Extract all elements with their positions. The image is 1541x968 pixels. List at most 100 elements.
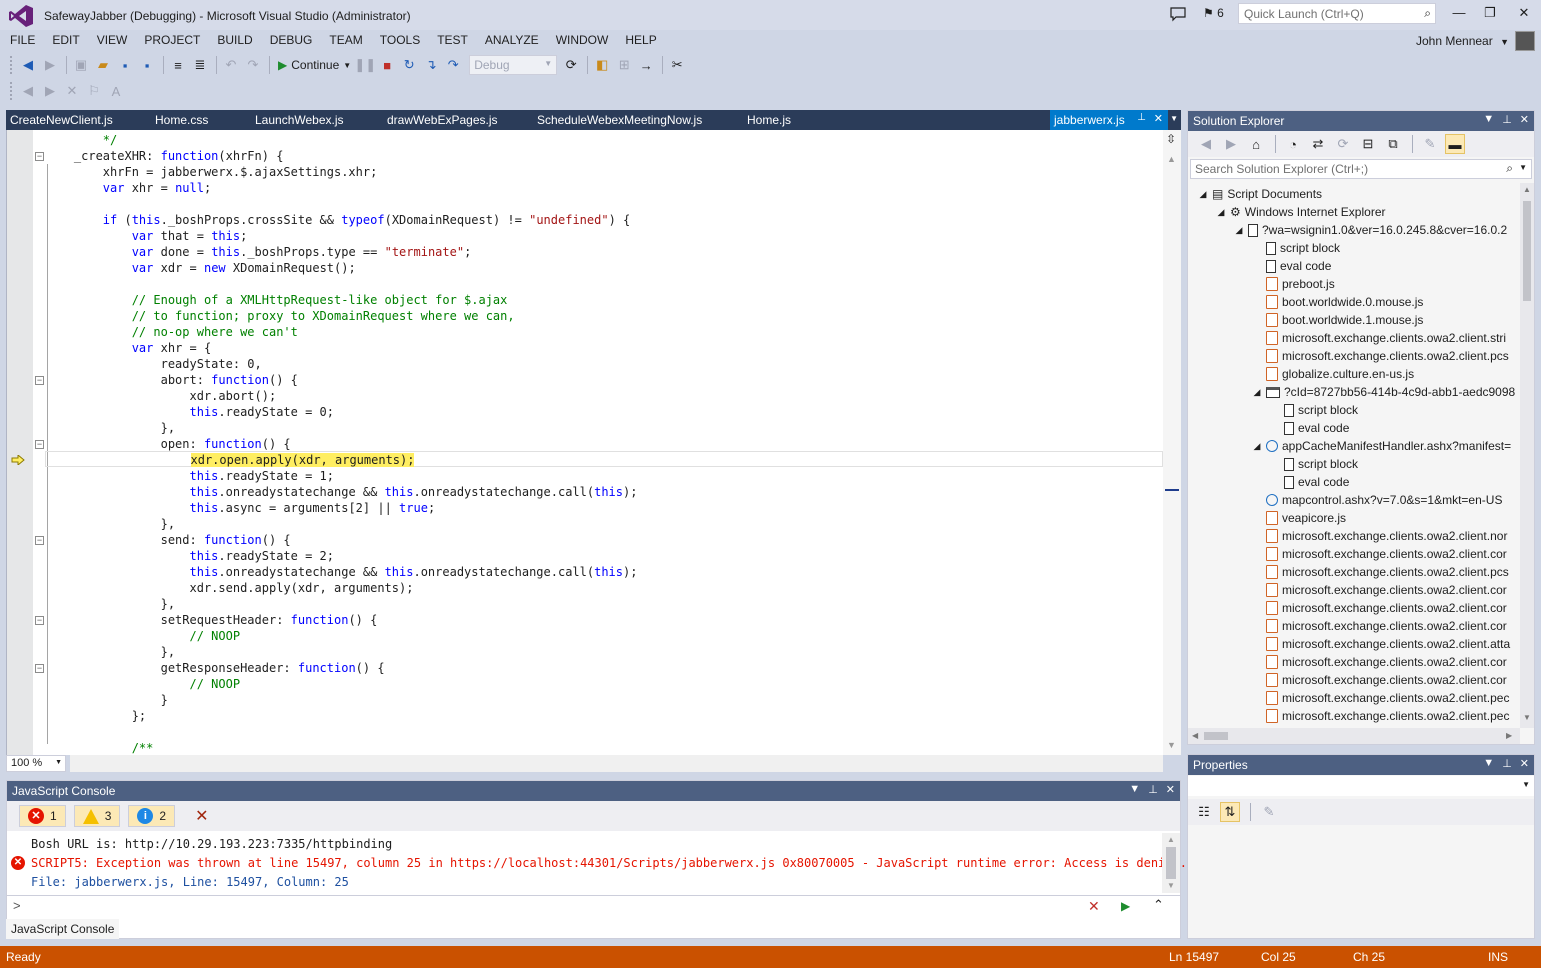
console-input[interactable]: > ✕ ▶ ⌃ [7,895,1180,917]
menu-build[interactable]: BUILD [217,30,252,52]
zoom-select[interactable]: 100 % ▼ [6,755,66,772]
minimize-button[interactable]: — [1444,2,1474,24]
code-line[interactable]: this.readyState = 0; [45,404,335,420]
scroll-down-icon[interactable]: ▼ [1167,740,1176,750]
preview-icon[interactable]: ▬ [1445,134,1465,154]
code-line[interactable]: send: function() { [45,532,291,548]
solution-tree-horizontal-scrollbar[interactable]: ◀ ▶ [1188,728,1520,744]
code-line[interactable]: // to function; proxy to XDomainRequest … [45,308,515,324]
collapse-region-icon[interactable]: − [35,440,44,449]
property-pages-icon[interactable]: ✎ [1259,802,1279,822]
tree-item[interactable]: preboot.js [1252,275,1335,293]
document-tab[interactable]: drawWebExPages.js [383,110,502,130]
editor-horizontal-scrollbar[interactable] [70,755,1163,772]
scroll-down-icon[interactable]: ▼ [1167,881,1175,890]
tree-item[interactable]: ◢ appCacheManifestHandler.ashx?manifest= [1252,437,1512,455]
panel-menu-icon[interactable]: ▼ [1483,757,1494,770]
expand-arrow-icon[interactable]: ◢ [1252,387,1262,398]
next-bookmark-icon[interactable]: ▶ [40,81,60,101]
tree-item[interactable]: ◢ ?wa=wsignin1.0&ver=16.0.245.8&cver=16.0… [1234,221,1508,239]
code-editor[interactable]: */ _createXHR: function(xhrFn) { xhrFn =… [6,130,1181,755]
code-line[interactable]: this.readyState = 2; [45,548,335,564]
menu-project[interactable]: PROJECT [144,30,200,52]
tree-item[interactable]: microsoft.exchange.clients.owa2.client.p… [1252,563,1509,581]
console-line-link[interactable]: File: jabberwerx.js, Line: 15497, Column… [31,875,349,889]
tree-item[interactable]: mapcontrol.ashx?v=7.0&s=1&mkt=en-US [1252,491,1502,509]
tab-overflow-dropdown-icon[interactable]: ▼ [1170,114,1178,123]
code-line[interactable]: this.onreadystatechange && this.onreadys… [45,484,638,500]
code-line[interactable]: abort: function() { [45,372,298,388]
refresh-icon[interactable]: ⟳ [1333,134,1353,154]
panel-close-icon[interactable]: ✕ [1166,783,1175,796]
code-line[interactable]: _createXHR: function(xhrFn) { [45,148,284,164]
continue-button[interactable]: ▶ Continue ▼ [274,55,355,75]
expand-arrow-icon[interactable]: ◢ [1234,225,1244,236]
document-tab[interactable]: Home.js [743,110,795,130]
exception-settings-icon[interactable]: ✂ [667,55,687,75]
tree-item[interactable]: microsoft.exchange.clients.owa2.client.c… [1252,653,1507,671]
collapse-region-icon[interactable]: − [35,376,44,385]
properties-header[interactable]: Properties ▼ ⊥ ✕ [1188,755,1534,775]
back-icon[interactable]: ◀ [1196,134,1216,154]
tree-item[interactable]: microsoft.exchange.clients.owa2.client.p… [1252,347,1509,365]
pause-icon[interactable]: ❚❚ [354,55,376,75]
tree-item[interactable]: script block [1270,455,1358,473]
tree-item[interactable]: microsoft.exchange.clients.owa2.client.c… [1252,617,1507,635]
code-line[interactable]: /** [45,740,154,755]
toggle-bookmark-icon[interactable]: ⚐ [84,81,104,101]
code-line[interactable]: // NOOP [45,628,240,644]
code-line[interactable]: setRequestHeader: function() { [45,612,378,628]
close-button[interactable]: ✕ [1509,2,1539,24]
code-line[interactable]: if (this._boshProps.crossSite && typeof(… [45,212,630,228]
save-icon[interactable]: ▪ [115,55,135,75]
chevron-down-icon[interactable]: ▼ [1519,163,1527,172]
code-line[interactable]: var done = this._boshProps.type == "term… [45,244,472,260]
pin-icon[interactable]: ⊥ [1502,113,1512,126]
indicator-margin[interactable] [7,130,33,755]
console-output[interactable]: Bosh URL is: http://10.29.193.223:7335/h… [7,833,1187,893]
code-line[interactable]: }, [45,644,175,660]
code-line[interactable]: xdr.abort(); [45,388,276,404]
step-over-icon[interactable]: ↷ [443,55,463,75]
code-line[interactable]: }, [45,596,175,612]
expand-arrow-icon[interactable]: ◢ [1198,189,1208,200]
undo-icon[interactable]: ↶ [221,55,241,75]
tree-item[interactable]: microsoft.exchange.clients.owa2.client.c… [1252,581,1507,599]
code-line[interactable]: var xhr = { [45,340,211,356]
code-line[interactable]: this.readyState = 1; [45,468,335,484]
tree-item[interactable]: globalize.culture.en-us.js [1252,365,1414,383]
collapse-region-icon[interactable]: − [35,152,44,161]
pin-icon[interactable]: ⊥ [1502,757,1512,770]
code-line[interactable]: */ [45,132,117,148]
toolbar-grip[interactable] [10,82,14,100]
expand-multiline-icon[interactable]: ⌃ [1153,897,1164,913]
tree-item[interactable]: boot.worldwide.0.mouse.js [1252,293,1423,311]
show-all-files-icon[interactable]: ⧉ [1383,134,1403,154]
stop-icon[interactable]: ■ [377,55,397,75]
code-line[interactable]: }, [45,420,175,436]
code-line[interactable]: open: function() { [45,436,291,452]
messages-filter-button[interactable]: i 2 [128,805,176,827]
menu-view[interactable]: VIEW [97,30,128,52]
code-line[interactable]: // NOOP [45,676,240,692]
code-line[interactable]: var xhr = null; [45,180,211,196]
quick-launch-input[interactable]: Quick Launch (Ctrl+Q) ⌕ [1238,3,1436,24]
code-line[interactable]: this.onreadystatechange && this.onreadys… [45,564,638,580]
menu-debug[interactable]: DEBUG [270,30,313,52]
errors-filter-button[interactable]: ✕ 1 [19,805,66,827]
close-tab-icon[interactable]: ✕ [1154,112,1163,125]
warnings-filter-button[interactable]: 3 [73,805,121,827]
tree-item[interactable]: microsoft.exchange.clients.owa2.client.c… [1252,545,1507,563]
code-line[interactable]: }, [45,516,175,532]
run-icon[interactable]: ▶ [1121,899,1130,913]
menu-test[interactable]: TEST [437,30,468,52]
scroll-thumb[interactable] [1166,847,1176,879]
scroll-up-icon[interactable]: ▲ [1167,154,1176,164]
menu-window[interactable]: WINDOW [556,30,609,52]
step-into-icon[interactable]: ↴ [421,55,441,75]
tree-item[interactable]: eval code [1270,473,1349,491]
solution-configuration-select[interactable]: Debug ▼ [469,55,558,75]
editor-vertical-scrollbar[interactable]: ⇳ ▲ ▼ [1163,130,1181,755]
browser-link-icon[interactable]: ◧ [592,55,612,75]
notifications-icon[interactable]: ⚑ 6 [1203,6,1224,20]
